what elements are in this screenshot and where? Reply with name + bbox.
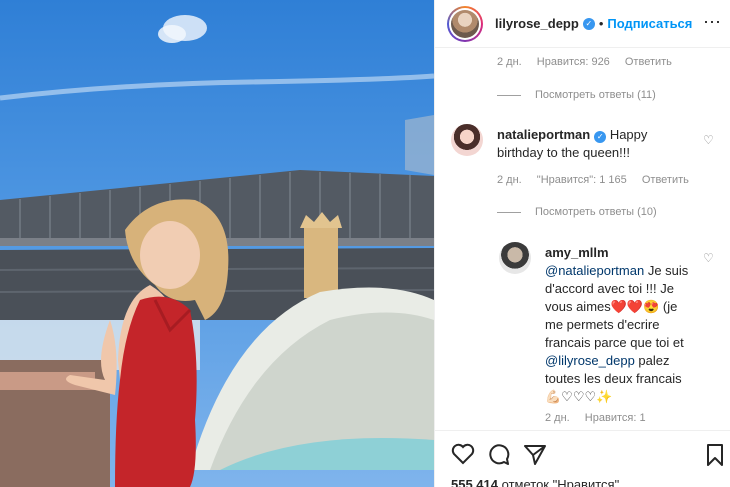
natalie-comment: natalieportman ✓ Happy birthday to the qu… [497, 126, 697, 162]
amy-avatar[interactable] [499, 242, 531, 274]
likes-count[interactable]: 555 414 отметок "Нравится" [451, 477, 619, 487]
natalie-username[interactable]: natalieportman [497, 127, 590, 142]
amy-comment: amy_mllm @natalieportman Je suis d'accor… [545, 244, 695, 406]
post-actions: 555 414 отметок "Нравится" [435, 430, 730, 487]
post-photo[interactable] [0, 0, 434, 487]
comment-likes[interactable]: Нравится: 926 [537, 56, 610, 68]
natalie-meta: 2 дн. "Нравится": 1 165 Ответить [497, 174, 701, 186]
comment-likes[interactable]: "Нравится": 1 165 [537, 174, 627, 186]
comment-time: 2 дн. [545, 412, 570, 424]
amy-meta: 2 дн. Нравится: 1 [545, 412, 658, 424]
comment-time: 2 дн. [497, 56, 522, 68]
verified-icon: ✓ [582, 17, 595, 30]
share-icon[interactable] [523, 443, 547, 465]
amy-emoji: ❤️❤️😍 [610, 299, 660, 314]
amy-username[interactable]: amy_mllm [545, 245, 609, 260]
verified-icon: ✓ [594, 131, 607, 143]
author-avatar[interactable] [447, 5, 483, 42]
amy-emoji: 💪🏻♡♡♡✨ [545, 389, 613, 404]
mention-natalie[interactable]: @natalieportman [545, 263, 644, 278]
separator-dot: • [598, 16, 604, 31]
photo-illustration [0, 15, 434, 487]
likes-number: 555 414 [451, 477, 498, 487]
post-header: lilyrose_depp ✓ • Подписаться ⋯ [435, 0, 730, 48]
comment-meta: 2 дн. Нравится: 926 Ответить [497, 56, 684, 68]
view-replies-button[interactable]: Посмотреть ответы (11) [497, 89, 656, 101]
natalie-avatar[interactable] [451, 124, 483, 156]
mention-lilyrose[interactable]: @lilyrose_depp [545, 353, 635, 368]
view-replies-button[interactable]: Посмотреть ответы (10) [497, 206, 657, 218]
likes-label: отметок "Нравится" [501, 477, 620, 487]
like-heart-icon[interactable]: ♡ [703, 251, 714, 265]
follow-button[interactable]: Подписаться [607, 16, 692, 31]
author-username[interactable]: lilyrose_depp [495, 16, 579, 31]
comment-time: 2 дн. [497, 174, 522, 186]
heart-icon[interactable] [451, 443, 475, 465]
like-heart-icon[interactable]: ♡ [703, 133, 714, 147]
more-horizontal-icon[interactable]: ⋯ [703, 12, 721, 33]
reply-button[interactable]: Ответить [625, 56, 672, 68]
bookmark-icon[interactable] [705, 443, 725, 467]
replies-line [497, 211, 521, 213]
replies-line [497, 94, 521, 96]
comment-likes[interactable]: Нравится: 1 [585, 412, 646, 424]
comment-icon[interactable] [487, 443, 511, 465]
reply-button[interactable]: Ответить [642, 174, 689, 186]
comments-panel: lilyrose_depp ✓ • Подписаться ⋯ 2 дн. Нр… [434, 0, 730, 487]
